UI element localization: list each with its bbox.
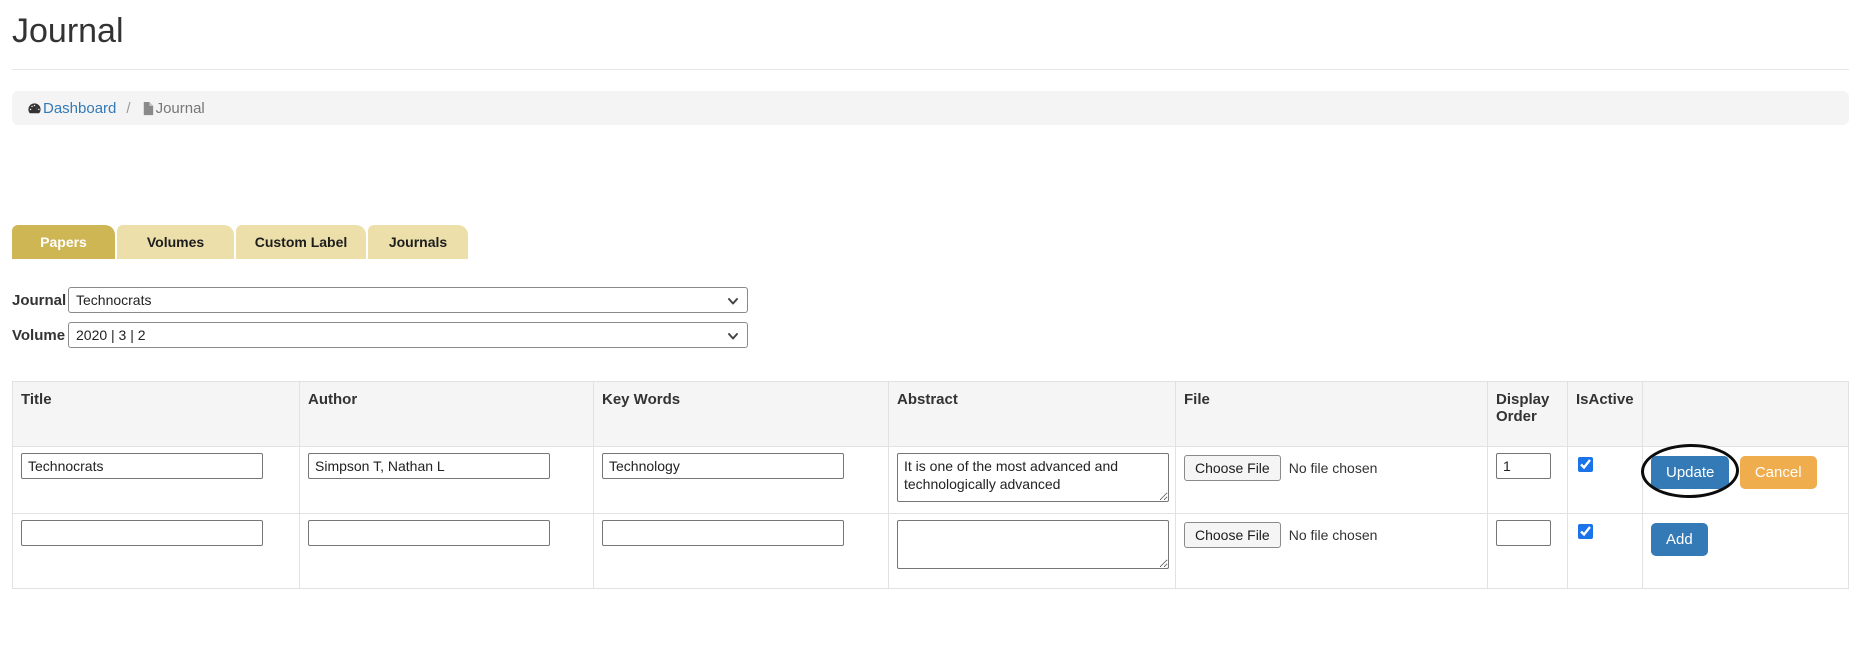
chevron-down-icon: [727, 295, 739, 307]
dashboard-gauge-icon: [27, 101, 42, 116]
header-author: Author: [300, 382, 594, 447]
tab-bar: Papers Volumes Custom Label Journals: [12, 225, 1849, 259]
table-row: Choose File No file chosen Update Cancel: [13, 447, 1849, 514]
header-keywords: Key Words: [594, 382, 889, 447]
table-header-row: Title Author Key Words Abstract File Dis…: [13, 382, 1849, 447]
choose-file-button[interactable]: Choose File: [1184, 522, 1281, 548]
breadcrumb-current: Journal: [141, 100, 205, 117]
abstract-textarea[interactable]: [897, 453, 1169, 502]
update-button[interactable]: Update: [1651, 456, 1729, 489]
abstract-textarea[interactable]: [897, 520, 1169, 569]
volume-filter-row: Volume 2020 | 3 | 2: [12, 322, 1849, 348]
header-title: Title: [13, 382, 300, 447]
isactive-checkbox[interactable]: [1578, 457, 1593, 472]
isactive-checkbox[interactable]: [1578, 524, 1593, 539]
chevron-down-icon: [727, 330, 739, 342]
page-container: Journal Dashboard / Journal Papers: [0, 12, 1861, 589]
volume-select[interactable]: 2020 | 3 | 2: [68, 322, 748, 348]
papers-table: Title Author Key Words Abstract File Dis…: [12, 381, 1849, 589]
file-status-text: No file chosen: [1289, 460, 1378, 476]
journal-select-value: Technocrats: [76, 292, 151, 308]
journal-filter-row: Journal Technocrats: [12, 287, 1849, 313]
breadcrumb-dashboard-link[interactable]: Dashboard: [27, 100, 116, 117]
keywords-input[interactable]: [602, 520, 844, 546]
tab-papers[interactable]: Papers: [12, 225, 115, 259]
add-button[interactable]: Add: [1651, 523, 1708, 556]
journal-label: Journal: [12, 292, 68, 309]
page-title: Journal: [12, 12, 1849, 51]
author-input[interactable]: [308, 453, 550, 479]
header-display-order: Display Order: [1488, 382, 1568, 447]
title-divider: [12, 69, 1849, 70]
table-row: Choose File No file chosen Add: [13, 514, 1849, 589]
author-input[interactable]: [308, 520, 550, 546]
header-file: File: [1176, 382, 1488, 447]
file-status-text: No file chosen: [1289, 527, 1378, 543]
volume-select-value: 2020 | 3 | 2: [76, 327, 146, 343]
header-actions: [1643, 382, 1849, 447]
header-isactive: IsActive: [1568, 382, 1643, 447]
volume-label: Volume: [12, 327, 68, 344]
file-icon: [141, 101, 155, 116]
file-input: Choose File No file chosen: [1184, 522, 1479, 548]
journal-select[interactable]: Technocrats: [68, 287, 748, 313]
tab-volumes[interactable]: Volumes: [117, 225, 234, 259]
tab-custom-label[interactable]: Custom Label: [236, 225, 366, 259]
choose-file-button[interactable]: Choose File: [1184, 455, 1281, 481]
display-order-input[interactable]: [1496, 453, 1551, 479]
keywords-input[interactable]: [602, 453, 844, 479]
title-input[interactable]: [21, 453, 263, 479]
cancel-button[interactable]: Cancel: [1740, 456, 1817, 489]
breadcrumb: Dashboard / Journal: [12, 91, 1849, 125]
header-abstract: Abstract: [889, 382, 1176, 447]
tab-journals[interactable]: Journals: [368, 225, 468, 259]
breadcrumb-separator: /: [126, 100, 130, 117]
title-input[interactable]: [21, 520, 263, 546]
filter-section: Journal Technocrats Volume 2020 | 3 | 2: [12, 287, 1849, 348]
breadcrumb-current-label: Journal: [156, 100, 205, 117]
display-order-input[interactable]: [1496, 520, 1551, 546]
file-input: Choose File No file chosen: [1184, 455, 1479, 481]
breadcrumb-dashboard-label: Dashboard: [43, 100, 116, 117]
